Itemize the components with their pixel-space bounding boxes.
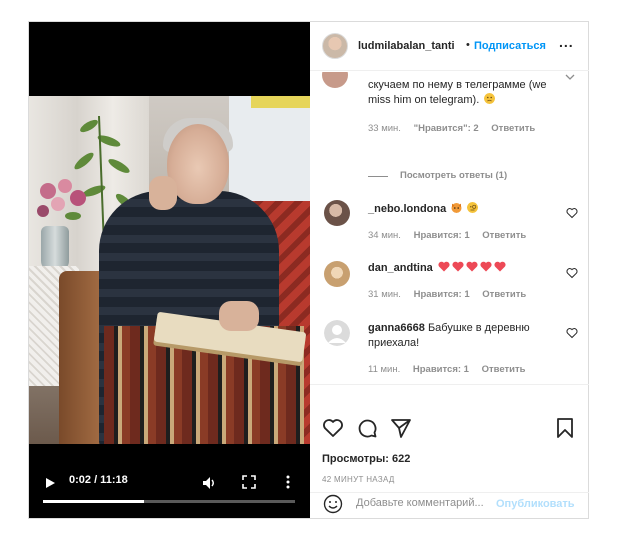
like-comment-heart-icon[interactable]	[566, 327, 578, 339]
post-sidebar: ludmilabalan_tanti • Подписаться ... ску…	[310, 22, 589, 518]
volume-icon[interactable]	[201, 475, 217, 491]
video-progress-fill	[43, 500, 144, 503]
avatar[interactable]	[324, 320, 350, 346]
avatar[interactable]	[322, 72, 348, 88]
username-link[interactable]: ludmilabalan_tanti	[358, 40, 455, 52]
heart-icon[interactable]	[322, 417, 344, 439]
comment-meta: 31 мин. Нравится: 1 Ответить	[368, 289, 536, 300]
comment-text-line: скучаем по нему в телеграмме (we	[368, 79, 547, 91]
person-hand	[149, 176, 177, 210]
comment-text-line: приехала!	[368, 337, 420, 349]
comment-meta: 34 мин. Нравится: 1 Ответить	[368, 230, 536, 241]
person-hand-on-book	[219, 301, 259, 331]
replies-divider	[368, 176, 388, 177]
comment-username[interactable]: dan_andtina	[368, 262, 433, 274]
red-heart-emoji-icon	[466, 261, 478, 272]
view-count[interactable]: Просмотры: 622	[322, 453, 410, 465]
comment-likes[interactable]: Нравится: 1	[414, 289, 470, 300]
comment-meta: 11 мин. Нравится: 1 Ответить	[368, 364, 536, 375]
comment-text-fragment: Бабушке в деревню	[427, 322, 530, 334]
comment-username[interactable]: ganna6668	[368, 322, 425, 334]
comment-username[interactable]: _nebo.londona	[368, 203, 446, 215]
comment-icon[interactable]	[356, 417, 378, 439]
comment-text-fragment: miss him on telegram).	[368, 94, 480, 106]
play-icon[interactable]	[43, 476, 57, 490]
comment-input[interactable]	[356, 497, 496, 509]
bookmark-icon[interactable]	[554, 417, 576, 439]
post-timestamp[interactable]: 42 МИНУТ НАЗАД	[322, 475, 395, 484]
comment-meta: 33 мин. "Нравится": 2 Ответить	[368, 123, 545, 134]
comment-text-line: ganna6668 Бабушке в деревню	[368, 321, 558, 336]
emoji-icon[interactable]	[323, 494, 343, 514]
avatar[interactable]	[324, 200, 350, 226]
comment-text: _nebo.londona	[368, 202, 479, 217]
comments-list[interactable]: скучаем по нему в телеграмме (we miss hi…	[310, 72, 589, 384]
comment-time: 11 мин.	[368, 364, 401, 375]
video-frame[interactable]	[29, 96, 310, 444]
instagram-post: 0:02 / 11:18 ludmilabalan_tanti • Подпис…	[28, 21, 589, 519]
share-icon[interactable]	[390, 417, 412, 439]
fullscreen-icon[interactable]	[242, 475, 256, 489]
comment-likes[interactable]: Нравится: 1	[414, 230, 470, 241]
video-controls: 0:02 / 11:18	[29, 468, 310, 518]
comment-text: ganna6668 Бабушке в деревню приехала!	[368, 321, 558, 351]
shelf	[251, 96, 310, 108]
comment-text: dan_andtina	[368, 261, 506, 276]
separator-dot: •	[466, 39, 470, 51]
vase	[41, 226, 69, 271]
video-time: 0:02 / 11:18	[69, 474, 128, 486]
avatar[interactable]	[322, 33, 348, 59]
comment-likes[interactable]: "Нравится": 2	[414, 123, 479, 134]
comment-likes[interactable]: Нравится: 1	[413, 364, 469, 375]
comment-time: 31 мин.	[368, 289, 401, 300]
red-heart-emoji-icon	[452, 261, 464, 272]
comment-text-line: miss him on telegram).	[368, 93, 573, 108]
red-heart-emoji-icon	[494, 261, 506, 272]
sad-emoji-icon	[484, 93, 496, 104]
more-options-icon[interactable]	[285, 474, 291, 490]
publish-button[interactable]: Опубликовать	[496, 498, 575, 510]
video-player[interactable]: 0:02 / 11:18	[29, 22, 310, 518]
red-heart-emoji-icon	[480, 261, 492, 272]
red-heart-emoji-icon	[438, 261, 450, 272]
like-comment-heart-icon[interactable]	[566, 207, 578, 219]
video-progress-bar[interactable]	[43, 500, 295, 503]
add-comment-row: Опубликовать	[310, 492, 589, 518]
view-replies-button[interactable]: Посмотреть ответы (1)	[400, 170, 507, 181]
more-options-button[interactable]: ...	[559, 34, 574, 50]
comment-time: 33 мин.	[368, 123, 401, 134]
follow-button[interactable]: Подписаться	[474, 40, 546, 52]
comment-text: скучаем по нему в телеграмме (we miss hi…	[368, 78, 573, 108]
reply-button[interactable]: Ответить	[482, 289, 526, 300]
comment-time: 34 мин.	[368, 230, 401, 241]
monocle-emoji-icon	[467, 202, 479, 213]
reply-button[interactable]: Ответить	[482, 364, 526, 375]
like-comment-heart-icon[interactable]	[566, 267, 578, 279]
reply-button[interactable]: Ответить	[491, 123, 535, 134]
post-header: ludmilabalan_tanti • Подписаться ...	[310, 22, 589, 71]
fox-emoji-icon	[451, 203, 462, 213]
reply-button[interactable]: Ответить	[482, 230, 526, 241]
avatar[interactable]	[324, 261, 350, 287]
